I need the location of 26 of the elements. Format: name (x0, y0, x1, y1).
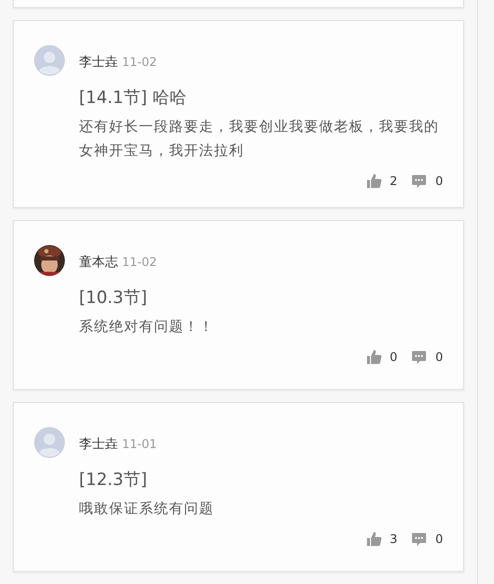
comment-text: 哦敢保证系统有问题 (79, 500, 215, 519)
comment-icon[interactable] (411, 173, 428, 189)
comment-date: 11-02 (122, 54, 157, 68)
like-count: 2 (390, 174, 398, 188)
like-count: 3 (390, 532, 398, 546)
comment-date: 11-01 (122, 436, 157, 450)
comment-text: 还有好长一段路要走，我要创业我要做老板，我要我的女神开宝马，我开法拉利 (79, 118, 440, 161)
comment-title: [12.3节] (79, 469, 148, 491)
comment-icon[interactable] (411, 349, 428, 365)
comment-date: 11-02 (122, 254, 157, 268)
thumbs-up-icon[interactable] (366, 349, 382, 365)
reply-count: 0 (435, 350, 443, 364)
reply-count: 0 (435, 532, 443, 546)
thumbs-up-icon[interactable] (366, 173, 382, 189)
like-count: 0 (390, 350, 398, 364)
avatar-icon (34, 45, 65, 76)
reply-count: 0 (435, 174, 443, 188)
comment-title: [14.1节] 哈哈 (79, 87, 188, 109)
comment-text: 系统绝对有问题！！ (79, 318, 215, 337)
author-name[interactable]: 李士垚 (79, 436, 118, 452)
comment-title: [10.3节] (79, 287, 148, 309)
author-name[interactable]: 李士垚 (79, 54, 118, 70)
avatar-icon (34, 427, 65, 458)
thumbs-up-icon[interactable] (366, 531, 382, 547)
comment-icon[interactable] (411, 531, 428, 547)
author-name[interactable]: 童本志 (79, 254, 118, 270)
